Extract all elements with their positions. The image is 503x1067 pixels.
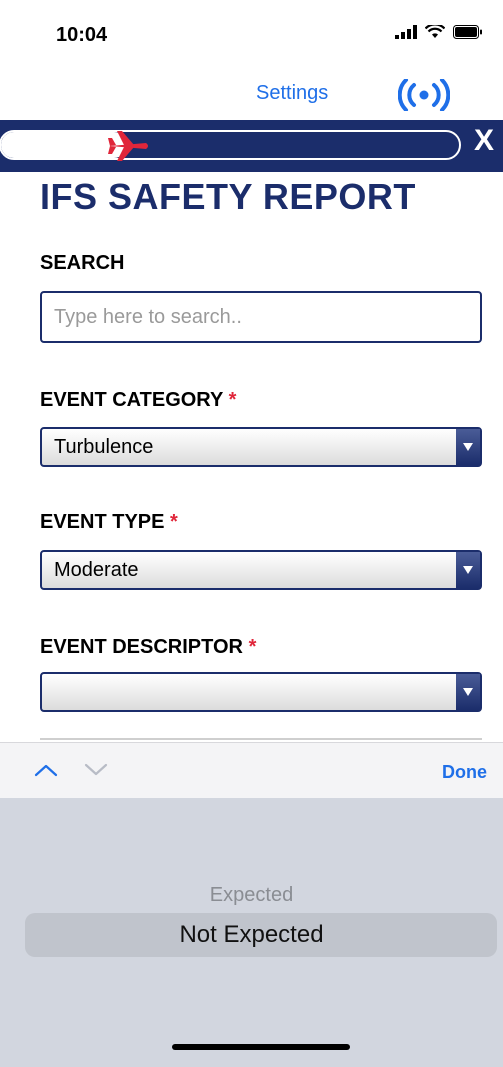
triangle-down-icon bbox=[463, 443, 473, 451]
home-indicator bbox=[172, 1044, 350, 1050]
event-type-label-text: EVENT TYPE bbox=[40, 511, 165, 533]
airplane-icon bbox=[108, 131, 148, 161]
status-time: 10:04 bbox=[56, 24, 108, 46]
wifi-icon bbox=[425, 25, 445, 38]
event-category-value: Turbulence bbox=[54, 435, 154, 458]
event-category-select[interactable]: Turbulence bbox=[40, 427, 482, 467]
event-descriptor-select[interactable] bbox=[40, 672, 482, 712]
search-label: SEARCH bbox=[40, 252, 125, 274]
dropdown-arrow-icon bbox=[456, 552, 480, 588]
chevron-down-icon[interactable] bbox=[84, 763, 108, 777]
search-input[interactable] bbox=[40, 291, 482, 343]
triangle-down-icon bbox=[463, 688, 473, 696]
required-mark: * bbox=[228, 389, 237, 411]
status-bar: 10:04 bbox=[0, 0, 503, 70]
event-descriptor-label-text: EVENT DESCRIPTOR bbox=[40, 636, 243, 658]
triangle-down-icon bbox=[463, 566, 473, 574]
picker-option[interactable]: Expected bbox=[0, 884, 503, 907]
divider bbox=[40, 738, 482, 740]
close-button[interactable]: X bbox=[474, 124, 494, 158]
event-type-label: EVENT TYPE * bbox=[40, 511, 178, 534]
event-type-select[interactable]: Moderate bbox=[40, 550, 482, 590]
required-mark: * bbox=[248, 636, 257, 658]
required-mark: * bbox=[170, 511, 178, 533]
progress-track bbox=[0, 130, 461, 160]
chevron-up-icon[interactable] bbox=[34, 763, 58, 777]
cellular-signal-icon bbox=[395, 25, 417, 39]
event-category-label-text: EVENT CATEGORY bbox=[40, 389, 223, 411]
event-type-value: Moderate bbox=[54, 558, 139, 581]
keyboard-toolbar bbox=[0, 742, 503, 799]
battery-icon bbox=[453, 25, 482, 39]
status-icons bbox=[395, 25, 483, 39]
broadcast-icon[interactable] bbox=[398, 79, 450, 111]
done-button[interactable]: Done bbox=[442, 762, 487, 783]
event-category-label: EVENT CATEGORY * bbox=[40, 389, 236, 412]
event-descriptor-label: EVENT DESCRIPTOR * bbox=[40, 636, 256, 659]
page-title: IFS SAFETY REPORT bbox=[40, 176, 416, 217]
dropdown-arrow-icon bbox=[456, 429, 480, 465]
settings-link[interactable]: Settings bbox=[256, 82, 328, 105]
dropdown-arrow-icon bbox=[456, 674, 480, 710]
picker-option-selected[interactable]: Not Expected bbox=[0, 921, 503, 949]
